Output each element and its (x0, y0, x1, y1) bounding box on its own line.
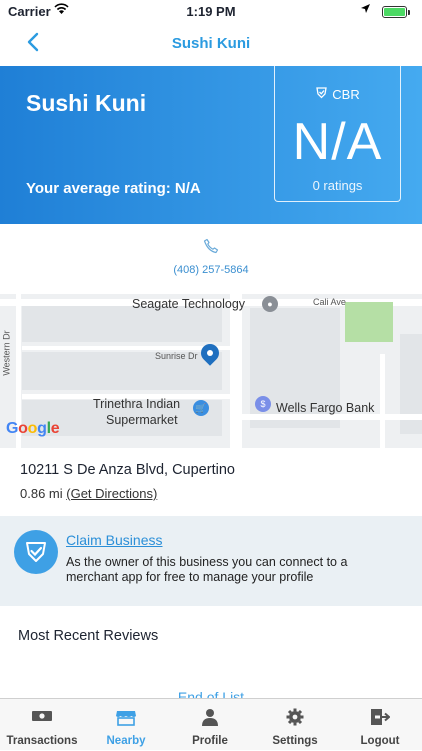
claim-shield-icon (14, 530, 58, 574)
cbr-score-box: CBR N/A 0 ratings (274, 66, 401, 202)
tab-label: Transactions (6, 735, 78, 747)
nav-title: Sushi Kuni (171, 35, 251, 52)
tab-label: Profile (192, 735, 228, 747)
logout-icon (338, 708, 422, 728)
tab-settings[interactable]: Settings (252, 699, 338, 751)
map-label-seagate: Seagate Technology (132, 297, 246, 311)
get-directions-link[interactable]: (Get Directions) (66, 486, 157, 501)
battery-icon (382, 6, 410, 18)
map-pin-icon: ● (262, 296, 278, 312)
phone-icon[interactable] (0, 238, 422, 259)
business-address: 10211 S De Anza Blvd, Cupertino (20, 462, 235, 478)
store-icon (84, 708, 168, 728)
map-view[interactable]: Seagate Technology ● Cali Ave Sunrise Dr… (0, 294, 422, 448)
bank-icon: $ (255, 396, 271, 412)
phone-number[interactable]: (408) 257-5864 (0, 264, 422, 276)
nav-bar: Sushi Kuni (0, 24, 422, 66)
claim-business-text: As the owner of this business you can co… (66, 555, 348, 584)
phone-section[interactable]: (408) 257-5864 (0, 224, 422, 294)
tab-label: Settings (272, 735, 318, 747)
ratings-count: 0 ratings (312, 178, 363, 193)
status-bar: Carrier 1:19 PM (0, 0, 422, 24)
shield-check-icon (315, 86, 328, 102)
tab-logout[interactable]: Logout (338, 699, 422, 751)
location-arrow-icon (360, 3, 371, 17)
tab-transactions[interactable]: Transactions (0, 699, 84, 751)
tab-nearby[interactable]: Nearby (84, 699, 168, 751)
distance-row: 0.86 mi (Get Directions) (20, 486, 157, 501)
cbr-value: N/A (292, 113, 383, 171)
google-logo: Google (6, 420, 60, 437)
tab-profile[interactable]: Profile (168, 699, 252, 751)
gear-icon (252, 708, 338, 728)
shopping-cart-icon: 🛒 (193, 400, 209, 416)
average-rating: Your average rating: N/A (26, 180, 201, 197)
tab-label: Logout (360, 735, 400, 747)
business-name: Sushi Kuni (26, 90, 147, 116)
distance-value: 0.86 mi (20, 486, 63, 501)
tab-label: Nearby (106, 735, 146, 747)
tab-bar: Transactions Nearby Profile Settings Log… (0, 698, 422, 750)
map-label-cali: Cali Ave (313, 297, 346, 307)
map-label-wells: Wells Fargo Bank (276, 401, 375, 415)
claim-business-link[interactable]: Claim Business (66, 532, 162, 548)
reviews-heading: Most Recent Reviews (18, 628, 159, 644)
claim-business-card: Claim Business As the owner of this busi… (0, 516, 422, 606)
person-icon (168, 708, 252, 728)
cbr-label-row: CBR (275, 86, 400, 102)
map-label-trinethra-2: Supermarket (106, 413, 178, 427)
status-time: 1:19 PM (186, 4, 236, 19)
cbr-label: CBR (332, 87, 360, 102)
map-label-western: Western Dr (1, 330, 12, 376)
business-header: Sushi Kuni Your average rating: N/A CBR … (0, 66, 422, 224)
map-label-sunrise: Sunrise Dr (155, 351, 198, 361)
map-label-trinethra-1: Trinethra Indian (93, 397, 181, 411)
cash-icon (0, 708, 84, 728)
